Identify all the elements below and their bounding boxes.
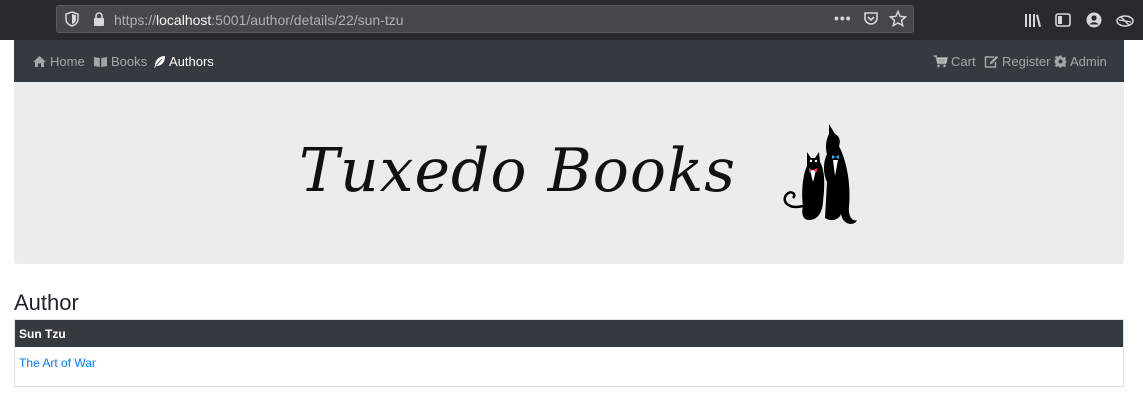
edit-icon [984, 55, 999, 68]
more-actions-icon[interactable]: ••• [834, 10, 852, 26]
nav-cart-label: Cart [951, 54, 976, 69]
tuxedo-cats-icon [783, 124, 857, 224]
nav-register[interactable]: Register [984, 54, 1050, 69]
logo-text: Tuxedo Books [299, 136, 737, 206]
lock-icon[interactable] [93, 12, 105, 26]
nav-authors-label: Authors [169, 54, 214, 69]
url-scheme: https:// [114, 12, 157, 28]
library-icon[interactable] [1024, 11, 1042, 29]
nav-authors[interactable]: Authors [153, 54, 214, 69]
url-host: localhost [156, 12, 212, 28]
book-link[interactable]: The Art of War [19, 356, 96, 370]
browser-toolbar: https://localhost:5001/author/details/22… [0, 0, 1143, 40]
navbar: Home Books Authors Cart Register Admin [14, 40, 1124, 82]
address-bar[interactable]: https://localhost:5001/author/details/22… [56, 5, 914, 33]
author-books: The Art of War [15, 347, 1123, 386]
url-text[interactable]: https://localhost:5001/author/details/22… [114, 12, 404, 28]
cart-icon [933, 55, 948, 68]
nav-cart[interactable]: Cart [933, 54, 976, 69]
nav-home[interactable]: Home [32, 54, 85, 69]
nav-admin[interactable]: Admin [1054, 54, 1107, 69]
feather-icon [154, 56, 165, 68]
banner: Tuxedo Books [14, 82, 1124, 264]
shield-icon[interactable] [65, 11, 79, 27]
home-icon [33, 56, 46, 67]
nav-books-label: Books [111, 54, 148, 69]
url-path: :5001/author/details/22/sun-tzu [211, 12, 404, 28]
extension-icon[interactable] [1116, 11, 1134, 29]
pocket-icon[interactable] [863, 11, 879, 27]
nav-books[interactable]: Books [93, 54, 147, 69]
book-icon [94, 57, 107, 67]
star-icon[interactable] [889, 10, 907, 28]
nav-admin-label: Admin [1070, 54, 1107, 69]
sidebar-icon[interactable] [1054, 11, 1072, 29]
nav-home-label: Home [50, 54, 85, 69]
author-table: Sun Tzu The Art of War [14, 319, 1124, 387]
page-heading: Author [14, 290, 79, 315]
account-icon[interactable] [1085, 11, 1103, 29]
author-name: Sun Tzu [15, 320, 1123, 347]
site-logo[interactable]: Tuxedo Books [299, 122, 859, 232]
site-container: Home Books Authors Cart Register Admin T… [14, 40, 1124, 264]
gear-icon [1054, 55, 1067, 68]
nav-register-label: Register [1002, 54, 1051, 69]
